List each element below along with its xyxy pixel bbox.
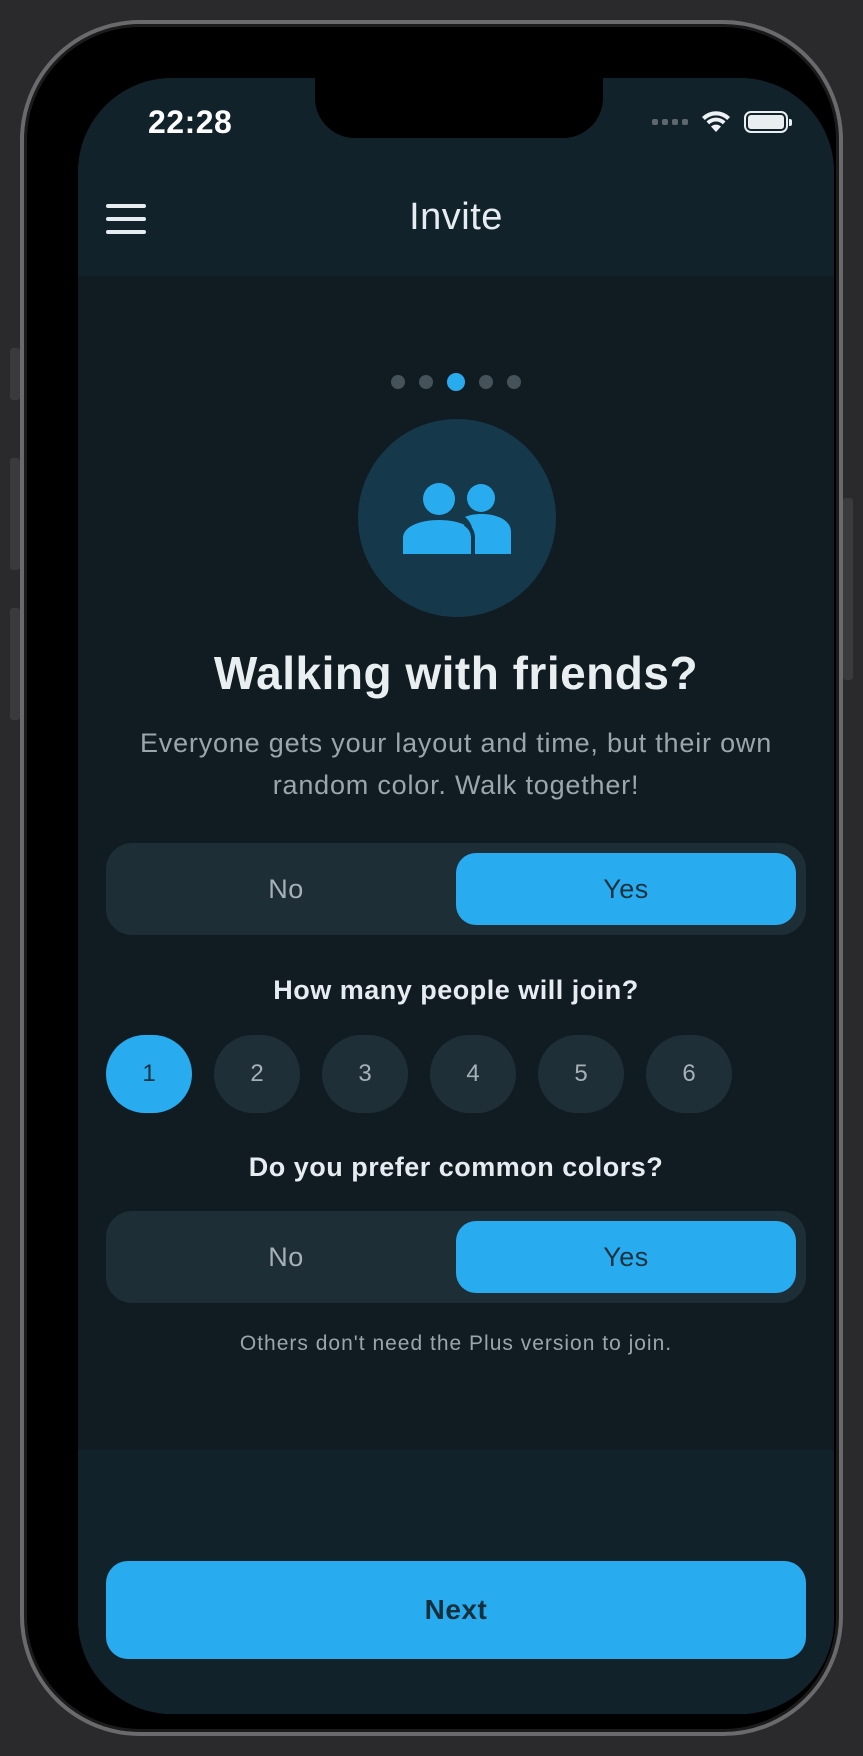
people-count-option[interactable]: 2 [214,1035,300,1113]
next-button[interactable]: Next [106,1561,806,1659]
battery-icon [744,111,792,133]
people-count-option[interactable]: 5 [538,1035,624,1113]
volume-up-button [10,458,20,570]
invite-toggle: No Yes [106,843,806,935]
wifi-icon [702,111,730,132]
page-dot-active [447,373,465,391]
page-dot [479,375,493,389]
colors-no-option[interactable]: No [116,1221,456,1293]
notch [315,78,603,138]
people-count-selector: 1 2 3 4 5 6 [106,1035,732,1113]
app-screen: 22:28 Invite Walking with friends? Every… [78,78,834,1714]
common-colors-question: Do you prefer common colors? [248,1152,664,1182]
page-dot [419,375,433,389]
status-icons [652,108,792,136]
people-count-option[interactable]: 6 [646,1035,732,1113]
mute-switch [10,348,20,400]
cellular-signal-icon [652,119,688,125]
onboarding-title: Walking with friends? [213,647,699,699]
invite-yes-option[interactable]: Yes [456,853,796,925]
page-title: Invite [409,196,503,238]
people-count-option[interactable]: 3 [322,1035,408,1113]
invite-no-option[interactable]: No [116,853,456,925]
page-dot [391,375,405,389]
people-count-question: How many people will join? [273,975,639,1005]
plus-version-note: Others don't need the Plus version to jo… [239,1332,673,1355]
people-count-option[interactable]: 4 [430,1035,516,1113]
page-indicator [78,373,834,391]
onboarding-subtitle: Everyone gets your layout and time, but … [139,728,773,800]
hero-icon-circle [358,419,556,617]
group-people-icon [403,483,511,554]
status-time: 22:28 [148,104,233,140]
volume-down-button [10,608,20,720]
phone-frame: 22:28 Invite Walking with friends? Every… [20,20,843,1736]
common-colors-toggle: No Yes [106,1211,806,1303]
page-dot [507,375,521,389]
people-count-option[interactable]: 1 [106,1035,192,1113]
power-button [843,498,853,680]
colors-yes-option[interactable]: Yes [456,1221,796,1293]
